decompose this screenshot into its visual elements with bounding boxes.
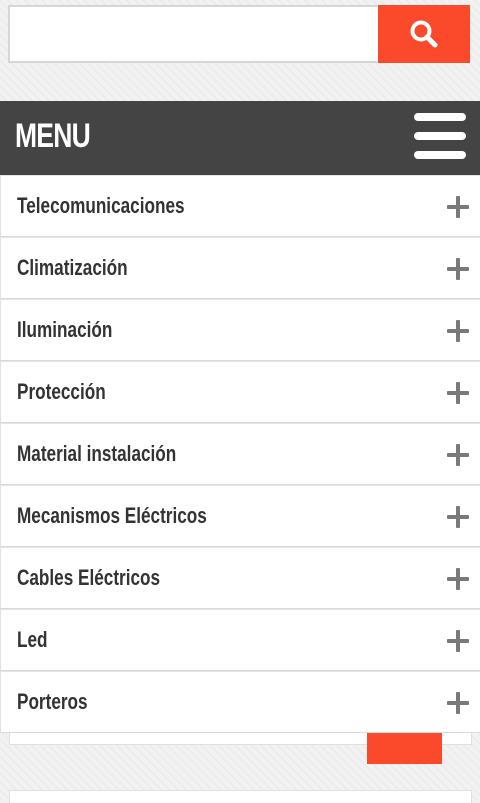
- plus-icon[interactable]: [447, 196, 469, 218]
- menu-item-label: Mecanismos Eléctricos: [17, 503, 207, 528]
- search-button[interactable]: [378, 5, 470, 63]
- plus-icon[interactable]: [447, 568, 469, 590]
- search-input[interactable]: [8, 5, 380, 63]
- plus-icon[interactable]: [447, 692, 469, 714]
- menu-item-material-instalacion[interactable]: Material instalación: [0, 423, 480, 485]
- menu-item-iluminacion[interactable]: Iluminación: [0, 299, 480, 361]
- plus-icon[interactable]: [447, 258, 469, 280]
- menu-item-label: Cables Eléctricos: [17, 565, 161, 590]
- menu-item-porteros[interactable]: Porteros: [0, 671, 480, 733]
- background-card: [9, 790, 472, 803]
- menu-item-label: Climatización: [17, 255, 128, 280]
- plus-icon[interactable]: [447, 630, 469, 652]
- menu-item-label: Telecomunicaciones: [17, 193, 185, 218]
- menu-item-climatizacion[interactable]: Climatización: [0, 237, 480, 299]
- menu-item-telecomunicaciones[interactable]: Telecomunicaciones: [0, 175, 480, 237]
- menu-item-label: Material instalación: [17, 441, 177, 466]
- search-icon: [410, 20, 438, 48]
- menu-header: MENU: [0, 101, 480, 175]
- plus-icon[interactable]: [447, 444, 469, 466]
- menu-item-label: Porteros: [17, 689, 88, 714]
- background-orange-button: [367, 728, 442, 764]
- menu-item-label: Iluminación: [17, 317, 113, 342]
- plus-icon[interactable]: [447, 382, 469, 404]
- menu-item-proteccion[interactable]: Protección: [0, 361, 480, 423]
- menu-item-label: Protección: [17, 379, 106, 404]
- plus-icon[interactable]: [447, 320, 469, 342]
- plus-icon[interactable]: [447, 506, 469, 528]
- menu-item-label: Led: [17, 627, 48, 652]
- hamburger-icon[interactable]: [414, 113, 468, 159]
- search-bar: [8, 5, 470, 63]
- menu-item-cables-electricos[interactable]: Cables Eléctricos: [0, 547, 480, 609]
- menu-title: MENU: [15, 117, 91, 155]
- menu-item-mecanismos-electricos[interactable]: Mecanismos Eléctricos: [0, 485, 480, 547]
- menu-item-led[interactable]: Led: [0, 609, 480, 671]
- menu-list: Telecomunicaciones Climatización Ilumina…: [0, 175, 480, 733]
